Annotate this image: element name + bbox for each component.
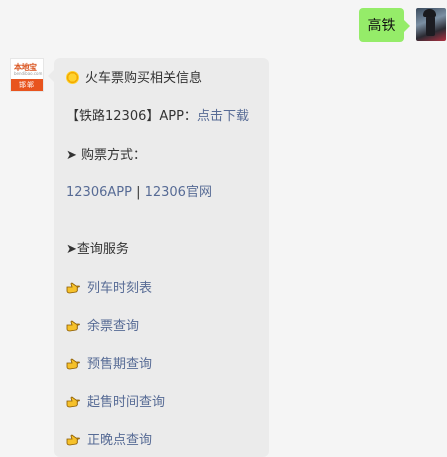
arrow-icon: ➤ bbox=[66, 148, 77, 163]
query-services-label: 查询服务 bbox=[76, 242, 129, 257]
message-header: 火车票购买相关信息 bbox=[66, 67, 202, 86]
service-link-text[interactable]: 起售时间查询 bbox=[87, 395, 165, 410]
app-download-link[interactable]: 点击下载 bbox=[197, 109, 249, 124]
service-link-item[interactable]: 正晚点查询 bbox=[66, 429, 152, 448]
pointing-hand-icon bbox=[66, 320, 80, 332]
purchase-links-row: 12306APP | 12306官网 bbox=[66, 181, 212, 200]
service-link-text[interactable]: 余票查询 bbox=[87, 319, 139, 334]
user-message-bubble: 高铁 bbox=[359, 8, 410, 42]
purchase-method-label: 购票方式： bbox=[81, 148, 147, 163]
pointing-hand-icon bbox=[66, 396, 80, 408]
bot-message-bubble: 火车票购买相关信息 【铁路12306】APP：点击下载 ➤ 购票方式： 1230… bbox=[48, 58, 269, 457]
purchase-method-row: ➤ 购票方式： bbox=[66, 144, 146, 163]
bot-avatar-url: bendibao.com bbox=[14, 71, 43, 76]
app-download-prefix: 【铁路12306】APP： bbox=[66, 109, 197, 124]
message-header-text: 火车票购买相关信息 bbox=[85, 71, 203, 86]
arrow-icon: ➤ bbox=[66, 242, 77, 257]
service-link-item[interactable]: 余票查询 bbox=[66, 315, 139, 334]
user-message-text: 高铁 bbox=[367, 18, 396, 34]
bot-avatar[interactable]: 本地宝 bendibao.com 邯郸 bbox=[10, 58, 44, 92]
purchase-link-website[interactable]: 12306官网 bbox=[145, 185, 212, 200]
purchase-link-separator: | bbox=[131, 185, 145, 200]
service-link-text[interactable]: 正晚点查询 bbox=[87, 433, 152, 448]
purchase-link-app[interactable]: 12306APP bbox=[66, 185, 132, 200]
service-link-item[interactable]: 列车时刻表 bbox=[66, 277, 152, 296]
user-avatar[interactable] bbox=[416, 8, 446, 41]
pointing-hand-icon bbox=[66, 282, 80, 294]
bot-avatar-city: 邯郸 bbox=[11, 79, 43, 91]
service-link-text[interactable]: 列车时刻表 bbox=[87, 281, 152, 296]
sun-icon bbox=[66, 71, 79, 84]
pointing-hand-icon bbox=[66, 358, 80, 370]
service-link-item[interactable]: 起售时间查询 bbox=[66, 391, 165, 410]
service-link-text[interactable]: 预售期查询 bbox=[87, 357, 152, 372]
pointing-hand-icon bbox=[66, 434, 80, 446]
user-avatar-figure bbox=[423, 9, 436, 36]
query-services-row: ➤查询服务 bbox=[66, 238, 129, 257]
app-download-row: 【铁路12306】APP：点击下载 bbox=[66, 105, 249, 124]
service-link-item[interactable]: 预售期查询 bbox=[66, 353, 152, 372]
